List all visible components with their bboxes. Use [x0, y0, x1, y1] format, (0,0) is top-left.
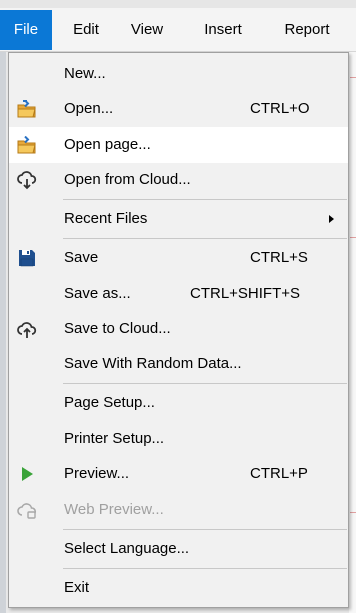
menu-item-label: Open...: [64, 100, 114, 117]
menu-item-label: Printer Setup...: [64, 430, 165, 447]
menu-item-label: Select Language...: [64, 540, 190, 557]
menu-item-save-with-random-data[interactable]: Save With Random Data...: [9, 346, 348, 382]
menu-edit[interactable]: Edit: [64, 10, 108, 50]
cloud-web-icon: [16, 500, 38, 520]
menu-item-save[interactable]: Save CTRL+S: [9, 240, 348, 276]
menu-item-recent-files[interactable]: Recent Files: [9, 201, 348, 237]
file-menu-dropdown: New... Open... CTRL+O Open page... Open …: [8, 52, 349, 608]
background-right-edge: [349, 52, 356, 613]
shortcut-label: CTRL+SHIFT+S: [190, 285, 301, 302]
menu-separator: [63, 529, 347, 530]
menu-item-page-setup[interactable]: Page Setup...: [9, 385, 348, 421]
menu-item-select-language[interactable]: Select Language...: [9, 531, 348, 567]
menu-item-label: Save as...: [64, 285, 131, 302]
menu-item-label: Exit: [64, 579, 90, 596]
shortcut-label: CTRL+P: [250, 465, 308, 482]
menubar: File Edit View Insert Report: [0, 0, 356, 52]
menu-item-new[interactable]: New...: [9, 56, 348, 92]
menu-item-label: Open page...: [64, 136, 151, 153]
menu-separator: [63, 383, 347, 384]
cloud-download-icon: [16, 170, 38, 190]
menu-insert[interactable]: Insert: [192, 10, 254, 50]
cloud-upload-icon: [16, 319, 38, 339]
menu-view[interactable]: View: [124, 10, 170, 50]
menu-item-save-to-cloud[interactable]: Save to Cloud...: [9, 311, 348, 347]
menu-item-label: Open from Cloud...: [64, 171, 191, 188]
menu-separator: [63, 238, 347, 239]
menu-item-label: Web Preview...: [64, 501, 164, 518]
background-guide-line: [350, 77, 356, 78]
background-guide-line: [350, 237, 356, 238]
menu-item-label: Page Setup...: [64, 394, 155, 411]
menu-item-open[interactable]: Open... CTRL+O: [9, 91, 348, 127]
menu-file[interactable]: File: [0, 10, 52, 50]
menu-item-label: Save to Cloud...: [64, 320, 171, 337]
menu-item-label: Recent Files: [64, 210, 148, 227]
menu-report[interactable]: Report: [270, 10, 344, 50]
folder-open-icon: [16, 135, 38, 155]
menu-item-label: Preview...: [64, 465, 130, 482]
menu-item-preview[interactable]: Preview... CTRL+P: [9, 456, 348, 492]
menu-separator: [63, 199, 347, 200]
shortcut-label: CTRL+S: [250, 249, 308, 266]
menu-item-exit[interactable]: Exit: [9, 570, 348, 606]
window-title-strip: [0, 0, 356, 8]
submenu-arrow-icon: [329, 215, 334, 223]
background-left-edge: [0, 52, 6, 613]
menu-item-printer-setup[interactable]: Printer Setup...: [9, 421, 348, 457]
menu-item-save-as[interactable]: Save as... CTRL+SHIFT+S: [9, 276, 348, 312]
menu-item-label: Save With Random Data...: [64, 355, 242, 372]
floppy-disk-icon: [16, 248, 38, 268]
menu-item-label: New...: [64, 65, 106, 82]
menu-item-label: Save: [64, 249, 99, 266]
menu-item-open-from-cloud[interactable]: Open from Cloud...: [9, 162, 348, 198]
menu-item-web-preview: Web Preview...: [9, 492, 348, 528]
menu-separator: [63, 568, 347, 569]
shortcut-label: CTRL+O: [250, 100, 310, 117]
background-guide-line: [350, 512, 356, 513]
folder-open-icon: [16, 99, 38, 119]
menu-item-open-page[interactable]: Open page...: [9, 127, 348, 163]
play-icon: [16, 464, 38, 484]
